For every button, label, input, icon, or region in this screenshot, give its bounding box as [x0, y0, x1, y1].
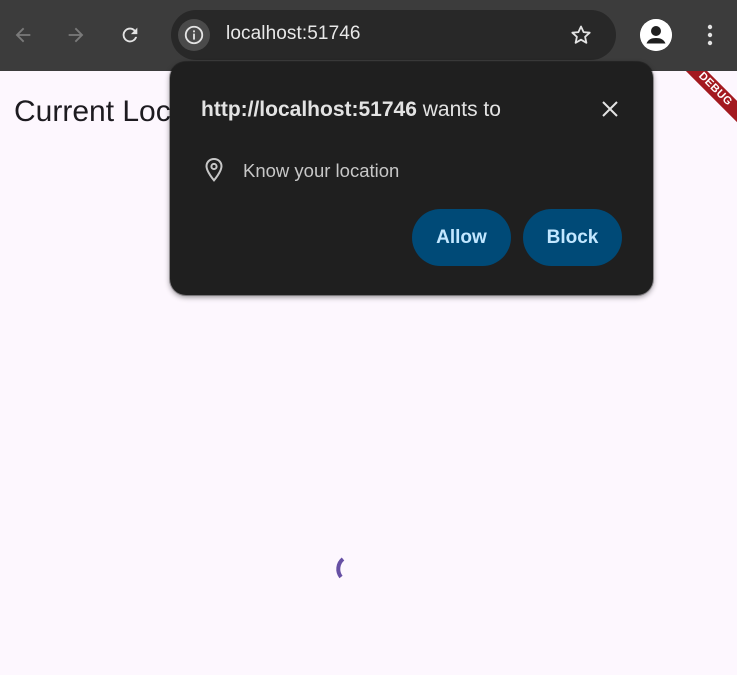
- dialog-close-button[interactable]: [597, 96, 623, 122]
- reload-button[interactable]: [111, 16, 149, 54]
- forward-button[interactable]: [57, 16, 95, 54]
- address-bar[interactable]: localhost:51746: [171, 10, 616, 60]
- allow-button[interactable]: Allow: [412, 209, 511, 266]
- permission-title-suffix: wants to: [416, 98, 501, 121]
- close-icon: [602, 101, 618, 117]
- permission-dialog-title: http://localhost:51746 wants to: [201, 98, 501, 122]
- permission-label: Know your location: [243, 160, 400, 181]
- info-icon: [184, 25, 204, 45]
- location-pin-icon: [203, 157, 225, 183]
- kebab-menu-icon: [707, 24, 713, 46]
- loading-spinner: [330, 551, 364, 585]
- arrow-right-icon: [68, 27, 84, 43]
- arrow-left-icon: [15, 27, 31, 43]
- location-permission-dialog: http://localhost:51746 wants to Know you…: [170, 62, 653, 295]
- person-icon: [640, 19, 672, 51]
- block-button[interactable]: Block: [523, 209, 622, 266]
- browser-menu-button[interactable]: [700, 19, 720, 51]
- browser-toolbar: localhost:51746: [0, 0, 737, 71]
- url-text[interactable]: localhost:51746: [226, 23, 361, 45]
- bookmark-button[interactable]: [568, 22, 594, 48]
- back-button[interactable]: [4, 16, 42, 54]
- profile-button[interactable]: [640, 19, 672, 51]
- permission-origin: http://localhost:51746: [201, 98, 417, 121]
- debug-ribbon-label: DEBUG: [663, 71, 737, 141]
- site-info-button[interactable]: [178, 19, 210, 51]
- star-icon: [571, 25, 591, 44]
- reload-icon: [122, 27, 138, 43]
